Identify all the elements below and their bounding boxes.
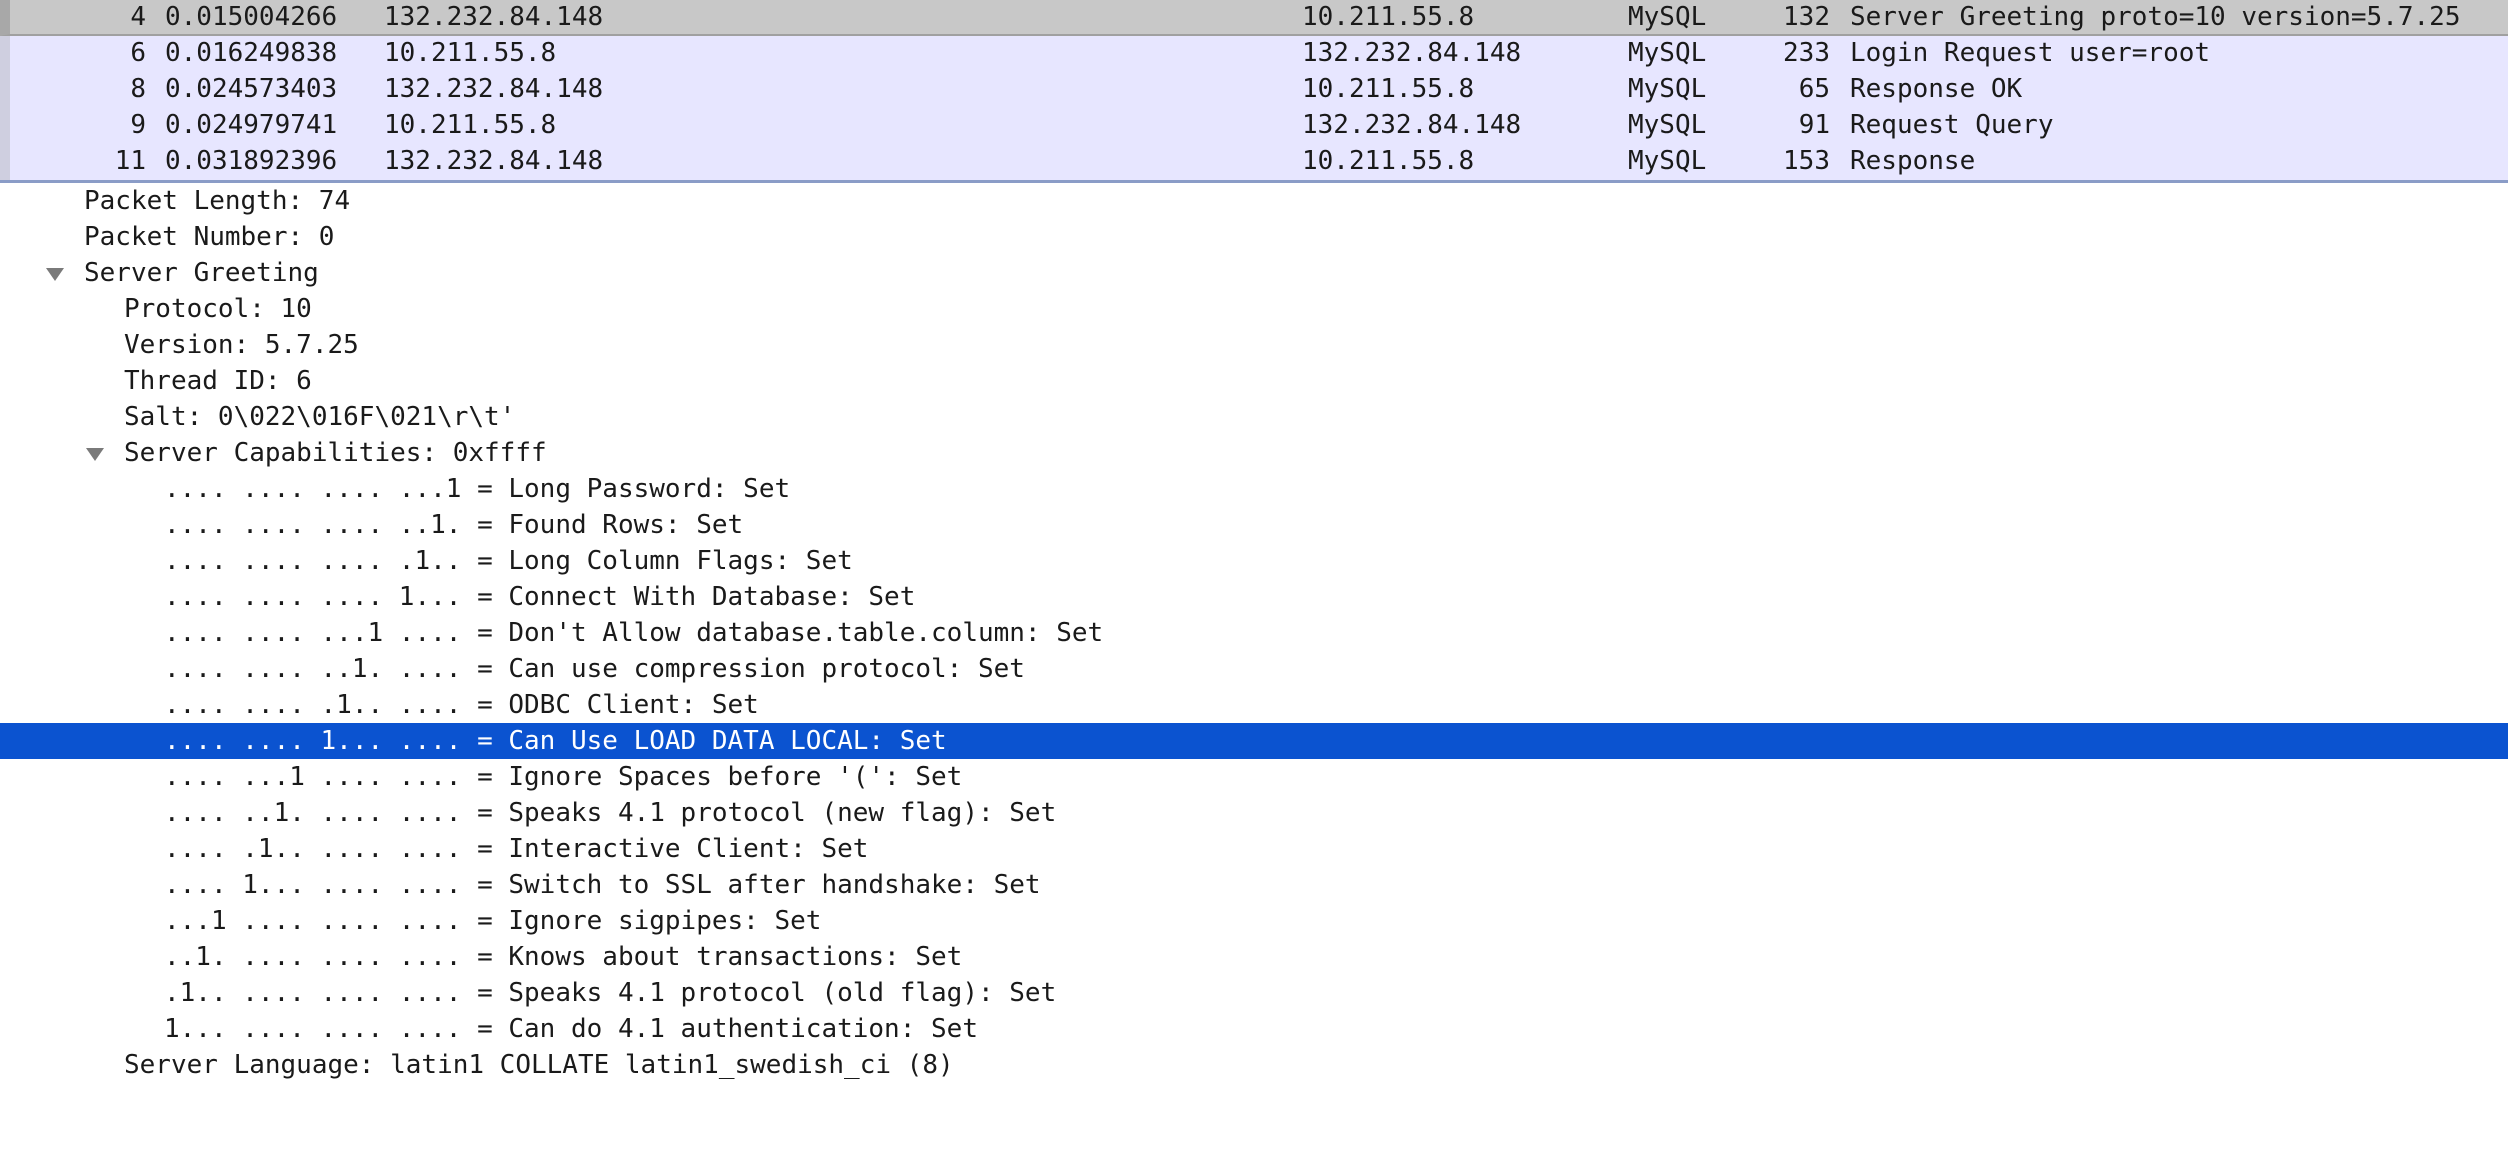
packet-number-cell: 6 <box>130 38 146 68</box>
capability-flag-label: .... .... .... ...1 = Long Password: Set <box>164 474 791 504</box>
tree-item-thread-id[interactable]: Thread ID: 6 <box>0 363 2508 399</box>
packet-time-cell: 0.016249838 <box>165 38 338 68</box>
tree-item-label: Version: 5.7.25 <box>124 330 359 360</box>
capability-flag-row[interactable]: ...1 .... .... .... = Ignore sigpipes: S… <box>0 903 2508 939</box>
packet-protocol-cell: MySQL <box>1628 146 1707 176</box>
packet-length-cell: 153 <box>1783 146 1830 176</box>
tree-item-server-greeting[interactable]: Server Greeting <box>0 255 2508 291</box>
capability-flag-row[interactable]: .... .1.. .... .... = Interactive Client… <box>0 831 2508 867</box>
packet-source-cell: 132.232.84.148 <box>384 2 604 32</box>
capability-flag-row[interactable]: .... .... .1.. .... = ODBC Client: Set <box>0 687 2508 723</box>
capability-flag-label: .... .... .... .1.. = Long Column Flags:… <box>164 546 853 576</box>
packet-protocol-cell: MySQL <box>1628 38 1707 68</box>
tree-item-label: Server Capabilities: 0xffff <box>124 438 547 468</box>
packet-protocol-cell: MySQL <box>1628 2 1707 32</box>
disclosure-triangle-expanded-icon[interactable] <box>86 448 104 461</box>
packet-length-cell: 91 <box>1798 110 1830 140</box>
packet-source-cell: 132.232.84.148 <box>384 74 604 104</box>
capability-flag-label: ..1. .... .... .... = Knows about transa… <box>164 942 963 972</box>
packet-length-cell: 233 <box>1783 38 1830 68</box>
packet-destination-cell: 10.211.55.8 <box>1302 146 1475 176</box>
packet-source-cell: 10.211.55.8 <box>384 38 557 68</box>
tree-item-protocol[interactable]: Protocol: 10 <box>0 291 2508 327</box>
capability-flag-label: .... ..1. .... .... = Speaks 4.1 protoco… <box>164 798 1057 828</box>
packet-row[interactable]: 9 0.024979741 10.211.55.8 132.232.84.148… <box>0 108 2508 144</box>
capability-flag-row[interactable]: .... ...1 .... .... = Ignore Spaces befo… <box>0 759 2508 795</box>
packet-time-cell: 0.015004266 <box>165 2 338 32</box>
packet-number-cell: 4 <box>130 2 146 32</box>
capability-flag-label: ...1 .... .... .... = Ignore sigpipes: S… <box>164 906 822 936</box>
packet-list: 4 0.015004266 132.232.84.148 10.211.55.8… <box>0 0 2508 183</box>
capability-flag-label: .... .... .... 1... = Connect With Datab… <box>164 582 916 612</box>
packet-destination-cell: 132.232.84.148 <box>1302 38 1522 68</box>
tree-item-label: Server Language: latin1 COLLATE latin1_s… <box>124 1050 954 1080</box>
capability-flag-row[interactable]: .1.. .... .... .... = Speaks 4.1 protoco… <box>0 975 2508 1011</box>
capability-flag-row[interactable]: .... 1... .... .... = Switch to SSL afte… <box>0 867 2508 903</box>
capability-flag-row[interactable]: .... .... .... ..1. = Found Rows: Set <box>0 507 2508 543</box>
packet-time-cell: 0.024979741 <box>165 110 338 140</box>
capability-flag-row[interactable]: .... .... .... 1... = Connect With Datab… <box>0 579 2508 615</box>
capability-flag-label: .... ...1 .... .... = Ignore Spaces befo… <box>164 762 963 792</box>
packet-protocol-cell: MySQL <box>1628 74 1707 104</box>
packet-number-cell: 11 <box>114 146 146 176</box>
capability-flag-label: .... .... .... ..1. = Found Rows: Set <box>164 510 744 540</box>
packet-row[interactable]: 8 0.024573403 132.232.84.148 10.211.55.8… <box>0 72 2508 108</box>
packet-row[interactable]: 11 0.031892396 132.232.84.148 10.211.55.… <box>0 144 2508 180</box>
packet-row[interactable]: 6 0.016249838 10.211.55.8 132.232.84.148… <box>0 36 2508 72</box>
packet-info-cell: Login Request user=root <box>1850 38 2211 68</box>
tree-item-version[interactable]: Version: 5.7.25 <box>0 327 2508 363</box>
capability-flag-label: .... .1.. .... .... = Interactive Client… <box>164 834 869 864</box>
packet-number-cell: 9 <box>130 110 146 140</box>
packet-number-cell: 8 <box>130 74 146 104</box>
packet-length-cell: 65 <box>1798 74 1830 104</box>
packet-destination-cell: 132.232.84.148 <box>1302 110 1522 140</box>
capability-flag-label: .... .... ...1 .... = Don't Allow databa… <box>164 618 1104 648</box>
packet-time-cell: 0.024573403 <box>165 74 338 104</box>
capability-flag-row[interactable]: .... .... .... .1.. = Long Column Flags:… <box>0 543 2508 579</box>
packet-info-cell: Response <box>1850 146 1976 176</box>
tree-item-salt[interactable]: Salt: 0\022\016F\021\r\t' <box>0 399 2508 435</box>
capability-flag-row[interactable]: .... .... ..1. .... = Can use compressio… <box>0 651 2508 687</box>
packet-info-cell: Request Query <box>1850 110 2054 140</box>
tree-item-packet-length[interactable]: Packet Length: 74 <box>0 183 2508 219</box>
packet-destination-cell: 10.211.55.8 <box>1302 74 1475 104</box>
tree-item-label: Thread ID: 6 <box>124 366 312 396</box>
capability-flag-row[interactable]: .... .... .... ...1 = Long Password: Set <box>0 471 2508 507</box>
tree-item-label: Salt: 0\022\016F\021\r\t' <box>124 402 516 432</box>
tree-item-server-capabilities[interactable]: Server Capabilities: 0xffff <box>0 435 2508 471</box>
capability-flag-row-selected[interactable]: .... .... 1... .... = Can Use LOAD DATA … <box>0 723 2508 759</box>
packet-time-cell: 0.031892396 <box>165 146 338 176</box>
capability-flag-label: 1... .... .... .... = Can do 4.1 authent… <box>164 1014 978 1044</box>
tree-item-packet-number[interactable]: Packet Number: 0 <box>0 219 2508 255</box>
capability-flag-label: .... .... ..1. .... = Can use compressio… <box>164 654 1025 684</box>
packet-row[interactable]: 4 0.015004266 132.232.84.148 10.211.55.8… <box>0 0 2508 36</box>
capability-flag-label: .... .... .1.. .... = ODBC Client: Set <box>164 690 759 720</box>
packet-destination-cell: 10.211.55.8 <box>1302 2 1475 32</box>
tree-item-server-language[interactable]: Server Language: latin1 COLLATE latin1_s… <box>0 1047 2508 1083</box>
packet-source-cell: 10.211.55.8 <box>384 110 557 140</box>
tree-item-label: Packet Number: 0 <box>84 222 335 252</box>
tree-item-label: Packet Length: 74 <box>84 186 351 216</box>
capability-flag-label: .1.. .... .... .... = Speaks 4.1 protoco… <box>164 978 1057 1008</box>
disclosure-triangle-expanded-icon[interactable] <box>46 268 64 281</box>
capability-flag-label: .... 1... .... .... = Switch to SSL afte… <box>164 870 1041 900</box>
packet-protocol-cell: MySQL <box>1628 110 1707 140</box>
capability-flag-row[interactable]: .... ..1. .... .... = Speaks 4.1 protoco… <box>0 795 2508 831</box>
packet-info-cell: Server Greeting proto=10 version=5.7.25 <box>1850 2 2461 32</box>
tree-item-label: Server Greeting <box>84 258 319 288</box>
capability-flag-label: .... .... 1... .... = Can Use LOAD DATA … <box>164 726 947 756</box>
tree-item-label: Protocol: 10 <box>124 294 312 324</box>
packet-info-cell: Response OK <box>1850 74 2023 104</box>
capability-flag-row[interactable]: ..1. .... .... .... = Knows about transa… <box>0 939 2508 975</box>
packet-source-cell: 132.232.84.148 <box>384 146 604 176</box>
capability-flag-row[interactable]: 1... .... .... .... = Can do 4.1 authent… <box>0 1011 2508 1047</box>
packet-details-tree: Packet Length: 74 Packet Number: 0 Serve… <box>0 183 2508 1086</box>
capability-flag-row[interactable]: .... .... ...1 .... = Don't Allow databa… <box>0 615 2508 651</box>
packet-length-cell: 132 <box>1783 2 1830 32</box>
